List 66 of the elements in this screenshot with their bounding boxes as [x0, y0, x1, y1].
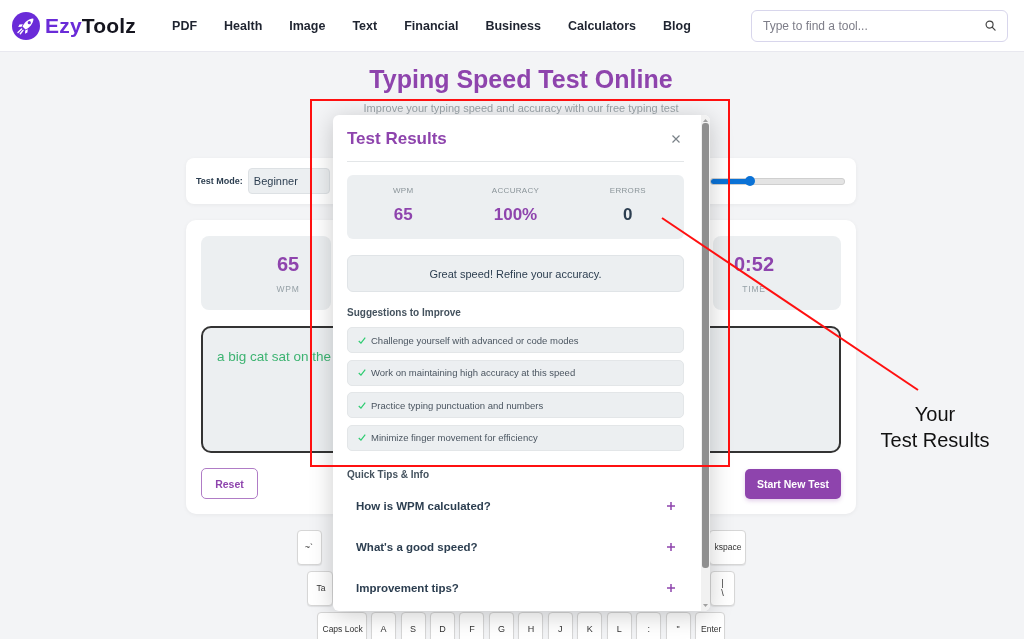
keyboard-key: S	[400, 612, 426, 639]
suggestion-text: Challenge yourself with advanced or code modes	[371, 334, 579, 346]
suggestion-text: Practice typing punctuation and numbers	[371, 399, 544, 411]
stat-value: 65	[276, 252, 300, 276]
stat-label: ERRORS	[609, 186, 646, 196]
nav-link[interactable]: PDF	[172, 18, 198, 33]
check-icon	[358, 434, 366, 441]
keyboard-key: F	[459, 612, 485, 639]
keyboard-key: G	[488, 612, 514, 639]
keyboard-key: L	[606, 612, 632, 639]
keyboard-key: kspace	[708, 530, 746, 565]
start-test-button[interactable]: Start New Test	[745, 468, 841, 499]
nav-link[interactable]: Text	[352, 18, 378, 33]
stat-label: WPM	[276, 284, 300, 294]
reset-button[interactable]: Reset	[201, 468, 258, 499]
close-icon	[672, 135, 680, 143]
keyboard-key: J	[547, 612, 573, 639]
nav-link[interactable]: Health	[224, 18, 263, 33]
faq-toggle[interactable]: How is WPM calculated?	[347, 485, 684, 527]
keyboard-key: "	[665, 612, 691, 639]
check-icon	[358, 369, 366, 376]
nav-link[interactable]: Blog	[663, 18, 691, 33]
logo-text[interactable]: EzyToolz	[45, 13, 137, 38]
suggestion-text: Work on maintaining high accuracy at this speed	[371, 367, 576, 378]
check-icon	[358, 336, 366, 344]
keyboard-key: ~`	[296, 530, 322, 565]
test-mode-label: Test Mode:	[196, 176, 243, 186]
keyboard-key: K	[577, 612, 603, 639]
search-field[interactable]: Type to find a tool...	[751, 9, 1008, 42]
stat-value: 100%	[493, 205, 538, 225]
dialog-title: Test Results	[347, 129, 447, 149]
slider-track[interactable]	[710, 177, 845, 185]
keyboard-key: Caps Lock	[316, 612, 367, 639]
keyboard-key: D	[430, 612, 456, 639]
annotation-text: Your Test Results	[879, 402, 991, 453]
search-icon[interactable]	[985, 20, 996, 31]
page-title: Typing Speed Test Online	[368, 64, 674, 94]
keyboard-key: A	[371, 612, 397, 639]
stat-value: 65	[393, 205, 413, 225]
keyboard-key: | \	[710, 571, 735, 606]
stat-label: ACCURACY	[491, 186, 540, 196]
stat-label: TIME	[742, 284, 766, 294]
rocket-logo-icon[interactable]	[12, 11, 40, 40]
typed-text: a big cat sat on the	[217, 349, 332, 364]
stat-label: WPM	[392, 186, 414, 196]
stat-value: 0:52	[734, 252, 774, 276]
test-mode-select[interactable]: Beginner	[247, 168, 330, 194]
faq-toggle[interactable]: What's a good speed?	[347, 526, 684, 568]
keyboard-key: Ta	[307, 571, 333, 606]
page-subtitle: Improve your typing speed and accuracy with our free typing test	[363, 102, 679, 114]
nav-link[interactable]: Calculators	[567, 18, 637, 33]
nav-link[interactable]: Business	[485, 18, 541, 33]
feedback-message: Great speed! Refine your accuracy.	[347, 255, 684, 292]
keyboard-key: Enter	[695, 612, 726, 639]
nav-link[interactable]: Image	[289, 18, 326, 33]
suggestion-text: Minimize finger movement for efficiency	[371, 432, 538, 443]
stat-value: 0	[623, 205, 633, 225]
section-heading: Suggestions to Improve	[347, 307, 462, 319]
section-heading: Quick Tips & Info	[347, 468, 431, 481]
nav-link[interactable]: Financial	[404, 18, 459, 33]
scrollbar[interactable]	[701, 115, 710, 611]
keyboard-key: H	[518, 612, 544, 639]
slider-thumb[interactable]	[744, 176, 755, 186]
check-icon	[358, 401, 366, 409]
keyboard-key: :	[636, 612, 662, 639]
faq-toggle[interactable]: Improvement tips?	[347, 567, 684, 609]
